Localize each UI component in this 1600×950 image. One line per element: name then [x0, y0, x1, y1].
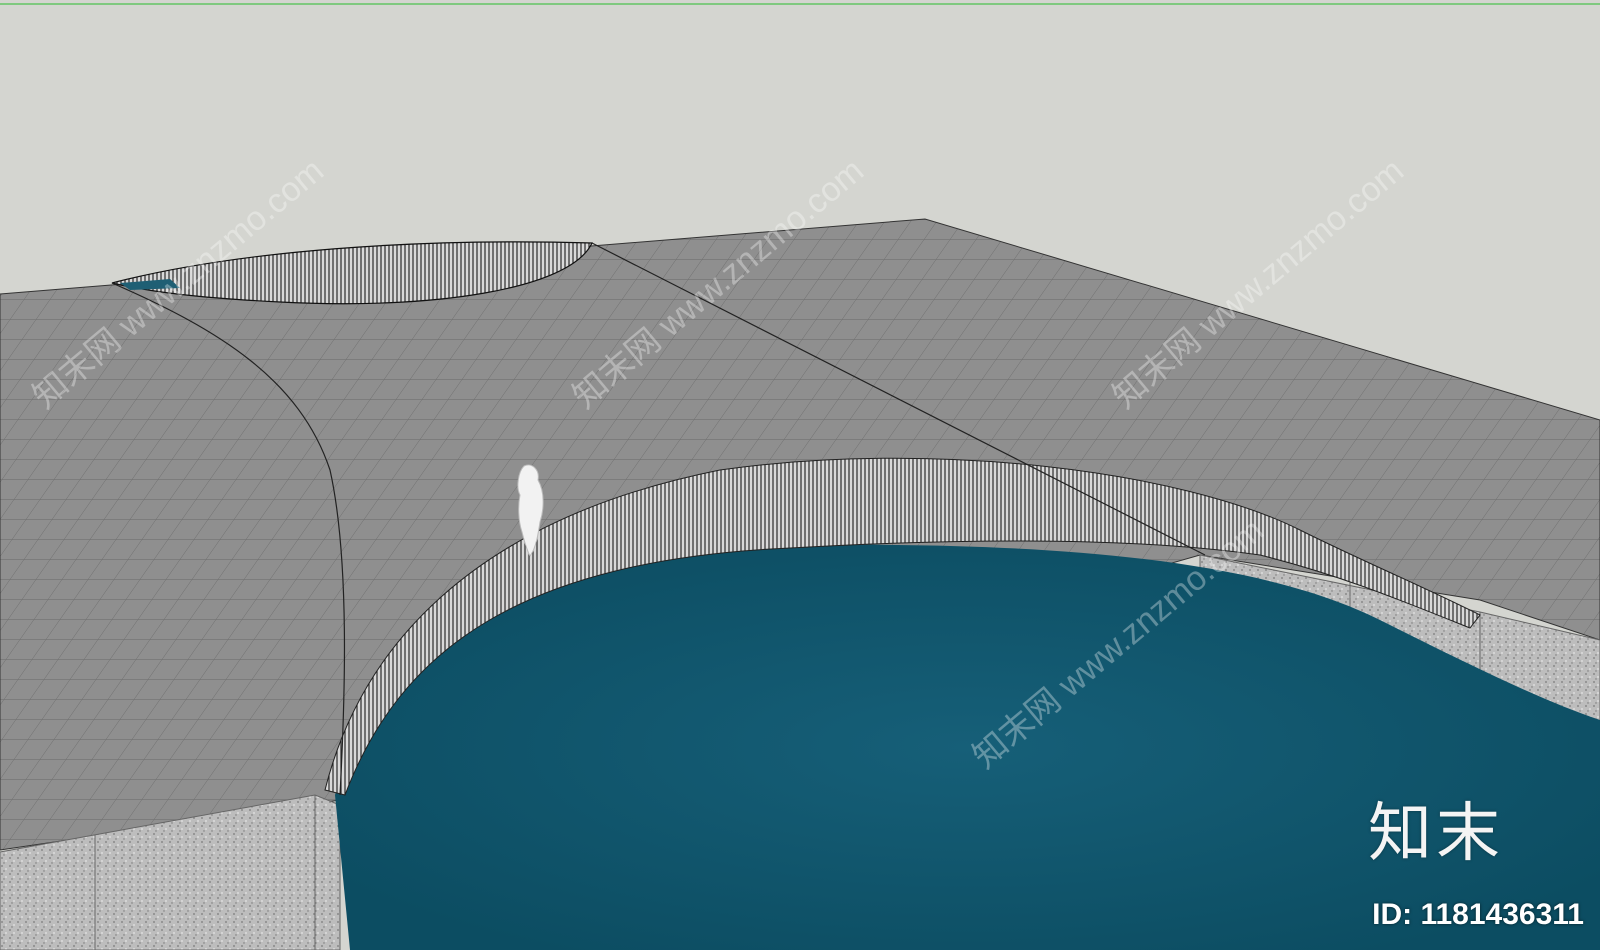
sketchup-viewport: 知末网 www.znzmo.com 知末网 www.znzmo.com 知末网 …: [0, 0, 1600, 950]
brand-logo: 知末: [1368, 797, 1504, 871]
image-id-label: ID: 1181436311: [1372, 898, 1584, 931]
